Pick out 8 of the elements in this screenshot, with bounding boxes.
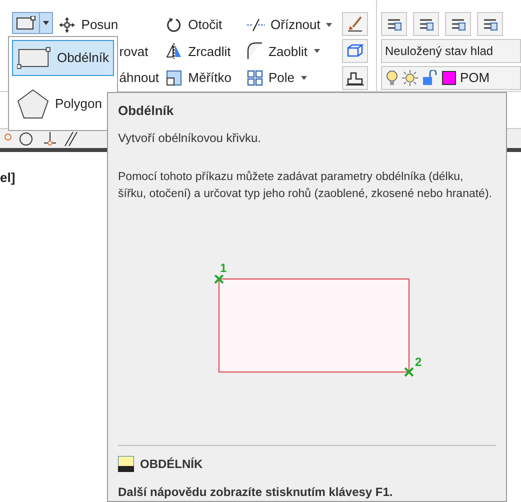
point-label: 2: [415, 354, 422, 370]
command-name: OBDÉLNÍK: [140, 456, 203, 473]
tooltip-description: Vytvoří obélníkovou křivku.: [118, 130, 262, 146]
help-hint: Další nápovědu zobrazíte stisknutím klávesy F1.: [118, 484, 394, 501]
point-label: 1: [220, 260, 227, 276]
drawing-label: el]: [0, 169, 16, 187]
tooltip-details: Pomocí tohoto příkazu můžete zadávat parametry obdélníka (délku, šířku, otočení) a určovat typ jeho rohů (zaoblené, zkosené nebo hranaté).: [118, 170, 493, 202]
tooltip-title: Obdélník: [118, 102, 175, 120]
